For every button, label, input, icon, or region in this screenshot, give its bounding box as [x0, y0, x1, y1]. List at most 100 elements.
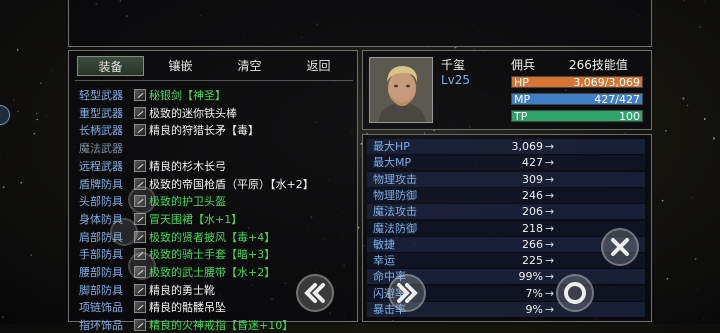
- dpad-up-button[interactable]: [128, 186, 156, 214]
- stat-value: 7%: [487, 286, 543, 301]
- ring-icon: [134, 319, 146, 331]
- tp-bar: TP 100: [511, 110, 643, 122]
- equipment-slot[interactable]: 头部防具 极致的护卫头盔: [79, 194, 355, 209]
- necklace-icon: [134, 301, 146, 313]
- stat-name: 幸运: [373, 253, 395, 268]
- bow-icon: [134, 160, 146, 172]
- armor-icon: [134, 213, 146, 225]
- equipment-slot[interactable]: 重型武器 极致的迷你铁头棒: [79, 106, 355, 121]
- stat-arrow-icon: →: [545, 172, 554, 187]
- confirm-button[interactable]: [556, 274, 594, 312]
- tab-inlay[interactable]: 镶嵌: [148, 56, 213, 76]
- slot-label: 指环饰品: [79, 318, 127, 333]
- item-description-panel: [68, 0, 652, 47]
- club-icon: [134, 107, 146, 119]
- circle-icon: [558, 276, 592, 310]
- tp-label: TP: [514, 110, 527, 123]
- equipment-slot[interactable]: 魔法武器: [79, 141, 355, 156]
- stat-name: 物理防御: [373, 188, 417, 203]
- slot-label: 轻型武器: [79, 88, 127, 103]
- stat-value: 206: [487, 204, 543, 219]
- slot-label: 魔法武器: [79, 141, 127, 156]
- stat-row: 物理防御246→: [367, 188, 645, 203]
- tab-return[interactable]: 返回: [286, 56, 351, 76]
- slot-label: 头部防具: [79, 194, 127, 209]
- dpad-left-button[interactable]: [110, 218, 138, 246]
- stat-value: 246: [487, 188, 543, 203]
- stat-arrow-icon: →: [545, 139, 554, 154]
- stat-arrow-icon: →: [545, 269, 554, 284]
- equipment-slot[interactable]: 指环饰品 精良的火神戒指【昏迷+10】: [79, 318, 355, 333]
- hp-label: HP: [514, 76, 529, 89]
- stat-row: 最大MP427→: [367, 155, 645, 170]
- slot-label: 脚部防具: [79, 283, 127, 298]
- slot-item-name: 秘银剑【神圣】: [149, 88, 226, 103]
- stat-value: 9%: [487, 302, 543, 317]
- slot-label: 腰部防具: [79, 265, 127, 280]
- stat-value: 225: [487, 253, 543, 268]
- hp-value: 3,069/3,069: [573, 76, 640, 89]
- close-button[interactable]: [601, 228, 639, 266]
- page-forward-button[interactable]: [388, 274, 426, 312]
- slot-item-name: 极致的护卫头盔: [149, 194, 226, 209]
- stat-arrow-icon: →: [545, 286, 554, 301]
- boots-icon: [134, 284, 146, 296]
- stat-value: 266: [487, 237, 543, 252]
- slot-label: 重型武器: [79, 106, 127, 121]
- tab-bar: 装备 镶嵌 清空 返回: [75, 54, 353, 78]
- tab-divider: [75, 80, 353, 81]
- slot-item-name: 精良的狩猎长矛【毒】: [149, 123, 259, 138]
- double-chevron-left-icon: [298, 276, 332, 310]
- equipment-slot[interactable]: 轻型武器 秘银剑【神圣】: [79, 88, 355, 103]
- mp-bar: MP 427/427: [511, 93, 643, 105]
- page-back-button[interactable]: [296, 274, 334, 312]
- stat-name: 魔法防御: [373, 221, 417, 236]
- stat-value: 427: [487, 155, 543, 170]
- slot-item-name: 极致的迷你铁头棒: [149, 106, 237, 121]
- skill-points: 266技能值: [569, 56, 628, 73]
- slot-item-name: 精良的火神戒指【昏迷+10】: [149, 318, 293, 333]
- equipment-slot[interactable]: 远程武器精良的杉木长弓: [79, 159, 355, 174]
- stat-name: 物理攻击: [373, 172, 417, 187]
- slot-item-name: 精良的勇士靴: [149, 283, 215, 298]
- slot-item-name: 极致的贤者披风【毒+4】: [149, 230, 275, 245]
- slot-label: 手部防具: [79, 247, 127, 262]
- double-chevron-right-icon: [390, 276, 424, 310]
- dpad-down-button[interactable]: [128, 252, 156, 280]
- character-class: 佣兵: [511, 56, 535, 73]
- tp-value: 100: [619, 110, 640, 123]
- equipment-slot[interactable]: 盾牌防具 极致的帝国枪盾（平原）【水+2】: [79, 177, 355, 192]
- stat-row: 魔法攻击 206→: [367, 204, 645, 219]
- stat-value: 309: [487, 172, 543, 187]
- equipment-slot[interactable]: 手部防具 极致的骑士手套【暗+3】: [79, 247, 355, 262]
- stat-value: 218: [487, 221, 543, 236]
- hp-bar: HP 3,069/3,069: [511, 76, 643, 88]
- slot-item-name: 精良的杉木长弓: [149, 159, 226, 174]
- side-menu-handle[interactable]: [0, 105, 10, 125]
- mp-label: MP: [514, 93, 530, 106]
- stat-arrow-icon: →: [545, 221, 554, 236]
- stat-arrow-icon: →: [545, 237, 554, 252]
- slot-item-name: 精良的骷髅吊坠: [149, 300, 226, 315]
- slot-item-name: 极致的帝国枪盾（平原）【水+2】: [149, 177, 314, 192]
- character-name: 千玺: [441, 56, 465, 73]
- slot-item-name: 冒天围裙【水+1】: [149, 212, 242, 227]
- tab-clear[interactable]: 清空: [217, 56, 282, 76]
- stat-arrow-icon: →: [545, 253, 554, 268]
- stat-row: 最大HP3,069→: [367, 139, 645, 154]
- mp-value: 427/427: [594, 93, 640, 106]
- equipment-slot[interactable]: 长柄武器精良的狩猎长矛【毒】: [79, 123, 355, 138]
- character-panel: 千玺 佣兵 266技能值 Lv25 HP 3,069/3,069 MP 427/…: [362, 50, 652, 130]
- close-icon: [603, 230, 637, 264]
- stat-row: 物理攻击 309→: [367, 172, 645, 187]
- character-portrait: [369, 57, 433, 123]
- stat-value: 99%: [487, 269, 543, 284]
- slot-item-name: 极致的骑士手套【暗+3】: [149, 247, 275, 262]
- stat-name: 魔法攻击: [373, 204, 417, 219]
- stat-name: 敏捷: [373, 237, 395, 252]
- tab-equip[interactable]: 装备: [77, 56, 144, 76]
- spear-icon: [134, 124, 146, 136]
- stat-arrow-icon: →: [545, 204, 554, 219]
- slot-label: 盾牌防具: [79, 177, 127, 192]
- stat-arrow-icon: →: [545, 302, 554, 317]
